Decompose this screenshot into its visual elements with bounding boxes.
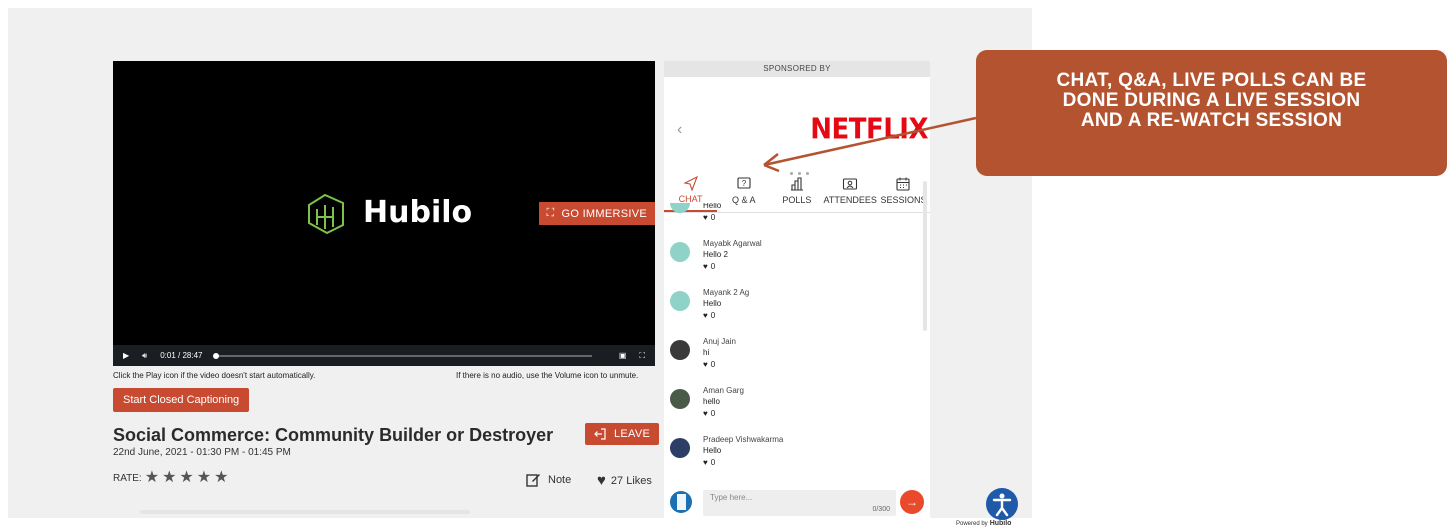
accessibility-button[interactable] bbox=[986, 488, 1018, 520]
powered-by-label: Powered by bbox=[956, 520, 988, 527]
callout-arrow bbox=[763, 116, 977, 173]
accessibility-icon bbox=[992, 493, 1012, 517]
powered-by-brand: Hubilo bbox=[989, 520, 1012, 527]
powered-by: Powered by Hubilo bbox=[956, 520, 1011, 527]
